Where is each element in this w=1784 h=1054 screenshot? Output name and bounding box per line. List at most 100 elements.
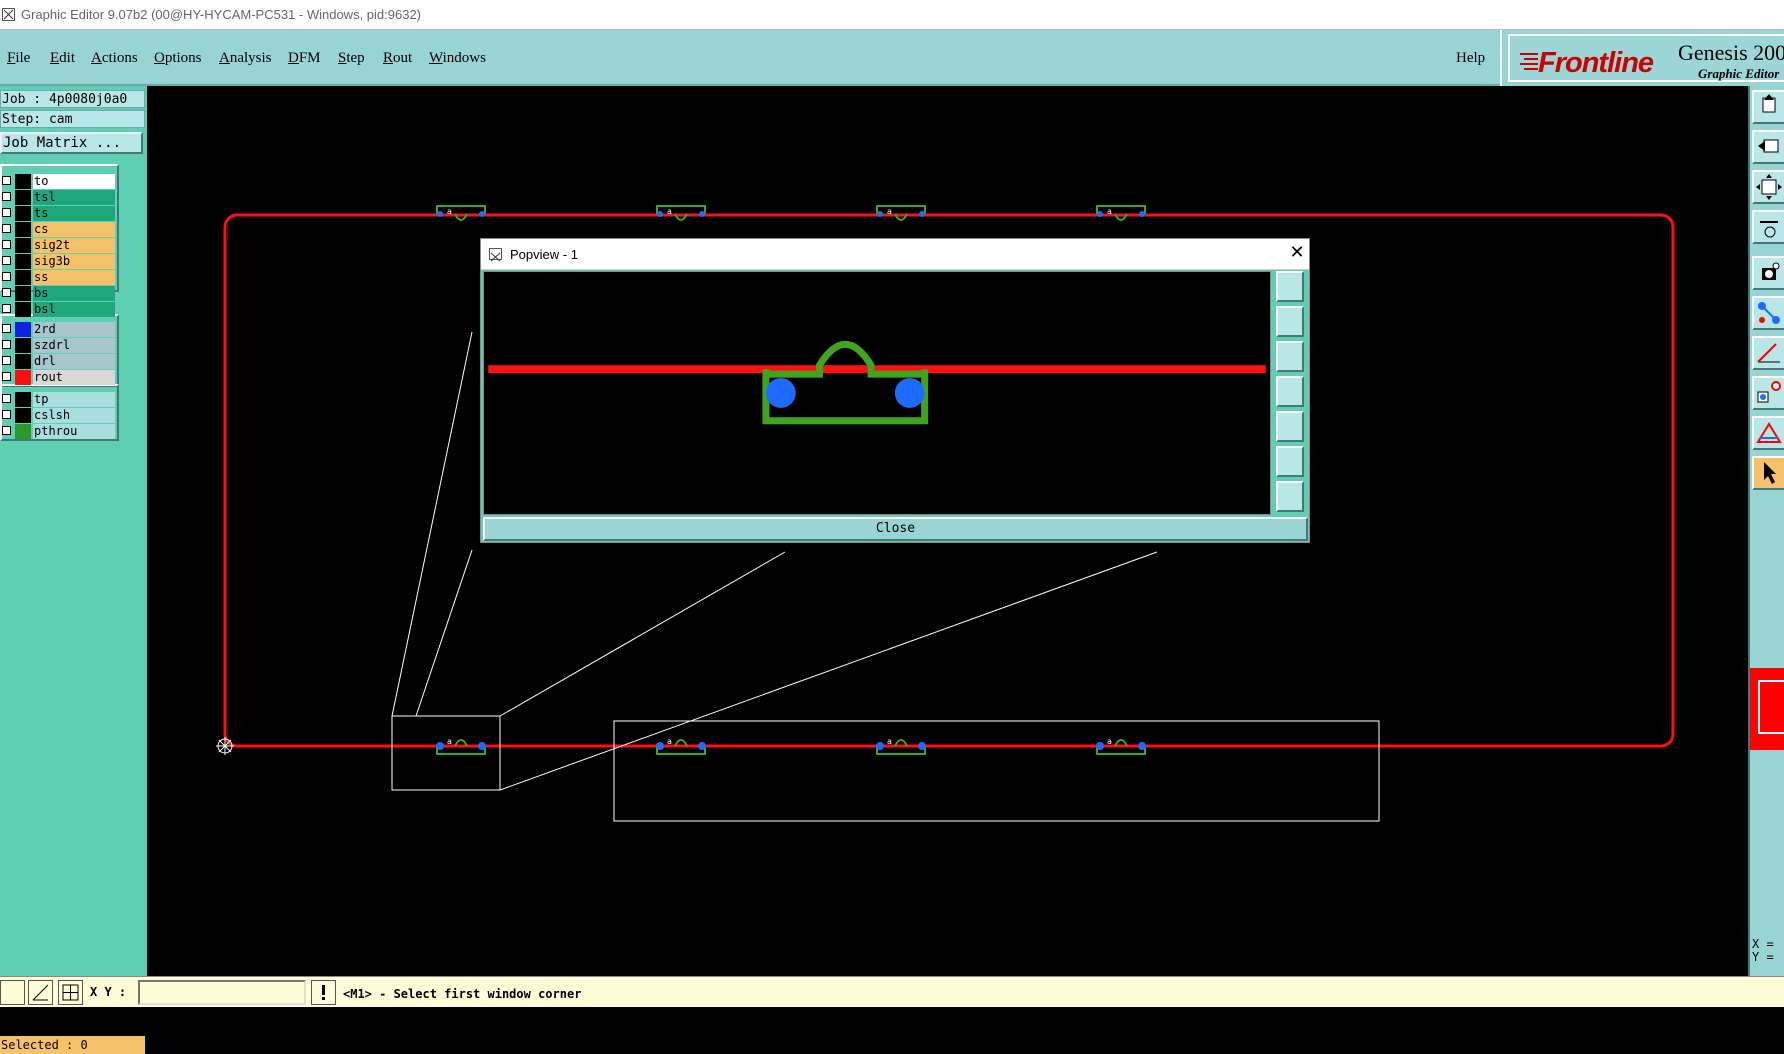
status-tool-icon-2[interactable] <box>28 980 53 1005</box>
popview-zoom-out-icon[interactable] <box>1276 481 1304 512</box>
layer-name[interactable]: szdrl <box>33 338 115 353</box>
layer-color-swatch[interactable] <box>15 174 31 189</box>
popview-zoom-in-icon[interactable] <box>1276 446 1304 477</box>
menu-file[interactable]: File <box>7 50 30 67</box>
layer-row-cs[interactable]: cs <box>0 222 116 237</box>
layer-name[interactable]: rout <box>33 370 115 385</box>
page-up-icon[interactable] <box>1752 90 1784 124</box>
layer-checkbox[interactable] <box>2 256 11 265</box>
layer-name[interactable]: bsl <box>33 302 115 317</box>
layer-row-ts[interactable]: ts <box>0 206 116 221</box>
pad-select-icon[interactable] <box>1752 376 1784 410</box>
layer-row-szdrl[interactable]: szdrl <box>0 338 116 353</box>
layer-row-rout[interactable]: rout <box>0 370 116 385</box>
layer-row-drl[interactable]: drl <box>0 354 116 369</box>
popview-pan-left-icon[interactable] <box>1276 376 1304 407</box>
layer-name[interactable]: drl <box>33 354 115 369</box>
layer-color-swatch[interactable] <box>15 286 31 301</box>
layer-checkbox[interactable] <box>2 340 11 349</box>
layer-color-swatch[interactable] <box>15 270 31 285</box>
layer-row-pthrou[interactable]: pthrou <box>0 424 116 439</box>
pointer-icon[interactable] <box>1752 456 1784 490</box>
layer-row-2rd[interactable]: 2rd <box>0 322 116 337</box>
layer-checkbox[interactable] <box>2 192 11 201</box>
layer-name[interactable]: tp <box>33 392 115 407</box>
layer-color-swatch[interactable] <box>15 392 31 407</box>
popview-pan-down-icon[interactable] <box>1276 341 1304 372</box>
menu-windows[interactable]: Windows <box>429 50 486 67</box>
status-tool-icon-1[interactable] <box>0 980 25 1005</box>
layer-color-swatch[interactable] <box>15 408 31 423</box>
layer-name[interactable]: sig2t <box>33 238 115 253</box>
popview-pan-up-icon[interactable] <box>1276 306 1304 337</box>
layer-row-to[interactable]: to <box>0 174 116 189</box>
angle-icon[interactable] <box>1752 336 1784 370</box>
snap-settings-icon[interactable] <box>1752 210 1784 244</box>
grid-icon[interactable] <box>58 980 83 1005</box>
layer-row-ss[interactable]: ss <box>0 270 116 285</box>
alert-icon[interactable] <box>311 980 336 1005</box>
popview-canvas[interactable] <box>483 271 1271 515</box>
layer-checkbox[interactable] <box>2 304 11 313</box>
layer-row-cslsh[interactable]: cslsh <box>0 408 116 423</box>
popview-zoom-fit-icon[interactable] <box>1276 271 1304 302</box>
layer-checkbox[interactable] <box>2 224 11 233</box>
page-left-icon[interactable] <box>1752 130 1784 164</box>
layer-name[interactable]: pthrou <box>33 424 115 439</box>
menu-help[interactable]: Help <box>1456 50 1485 67</box>
popview-close-button[interactable]: Close <box>483 517 1308 541</box>
layer-checkbox[interactable] <box>2 394 11 403</box>
layer-checkbox[interactable] <box>2 272 11 281</box>
layer-row-sig3b[interactable]: sig3b <box>0 254 116 269</box>
layer-name[interactable]: sig3b <box>33 254 115 269</box>
layer-checkbox[interactable] <box>2 426 11 435</box>
triangle-measure-icon[interactable] <box>1752 416 1784 450</box>
menu-edit[interactable]: Edit <box>50 50 75 67</box>
layer-checkbox[interactable] <box>2 176 11 185</box>
layer-checkbox[interactable] <box>2 208 11 217</box>
net-connect-icon[interactable] <box>1752 296 1784 330</box>
menu-analysis[interactable]: Analysis <box>219 50 272 67</box>
popview-pan-right-icon[interactable] <box>1276 411 1304 442</box>
close-icon[interactable]: ✕ <box>1287 242 1307 263</box>
overview-indicator[interactable] <box>1750 668 1784 750</box>
layer-color-swatch[interactable] <box>15 206 31 221</box>
layer-name[interactable]: ss <box>33 270 115 285</box>
layer-checkbox[interactable] <box>2 288 11 297</box>
layer-color-swatch[interactable] <box>15 354 31 369</box>
layer-name[interactable]: tsl <box>33 190 115 205</box>
layer-row-bs[interactable]: bs <box>0 286 116 301</box>
xy-input[interactable] <box>138 980 306 1005</box>
layer-color-swatch[interactable] <box>15 338 31 353</box>
layer-name[interactable]: cs <box>33 222 115 237</box>
layer-row-bsl[interactable]: bsl <box>0 302 116 317</box>
job-matrix-button[interactable]: Job Matrix ... <box>0 132 143 154</box>
menu-step[interactable]: Step <box>338 50 365 67</box>
layer-color-swatch[interactable] <box>15 370 31 385</box>
layer-name[interactable]: cslsh <box>33 408 115 423</box>
layer-checkbox[interactable] <box>2 324 11 333</box>
layer-checkbox[interactable] <box>2 356 11 365</box>
layer-row-sig2t[interactable]: sig2t <box>0 238 116 253</box>
zoom-extents-icon[interactable] <box>1752 170 1784 204</box>
layer-color-swatch[interactable] <box>15 302 31 317</box>
layer-color-swatch[interactable] <box>15 424 31 439</box>
layer-row-tsl[interactable]: tsl <box>0 190 116 205</box>
menu-options[interactable]: Options <box>154 50 202 67</box>
layer-checkbox[interactable] <box>2 240 11 249</box>
layer-color-swatch[interactable] <box>15 254 31 269</box>
layer-name[interactable]: to <box>33 174 115 189</box>
layer-name[interactable]: bs <box>33 286 115 301</box>
menu-rout[interactable]: Rout <box>383 50 412 67</box>
layer-checkbox[interactable] <box>2 410 11 419</box>
layer-color-swatch[interactable] <box>15 190 31 205</box>
layer-row-tp[interactable]: tp <box>0 392 116 407</box>
menu-actions[interactable]: Actions <box>91 50 138 67</box>
layer-name[interactable]: ts <box>33 206 115 221</box>
layer-color-swatch[interactable] <box>15 222 31 237</box>
layer-name[interactable]: 2rd <box>33 322 115 337</box>
layer-color-swatch[interactable] <box>15 238 31 253</box>
measure-icon[interactable] <box>1752 256 1784 290</box>
menu-dfm[interactable]: DFM <box>288 50 321 67</box>
layer-color-swatch[interactable] <box>15 322 31 337</box>
